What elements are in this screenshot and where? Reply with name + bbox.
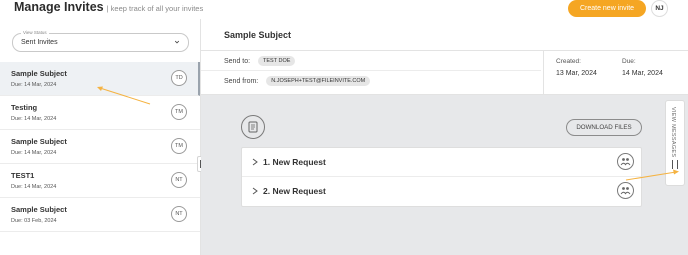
invite-list: Sample Subject Due: 14 Mar, 2024 TD Test… (0, 62, 200, 232)
subject-bar: Sample Subject (201, 19, 688, 51)
invite-subject: Sample Subject (224, 30, 292, 40)
invite-due-date: Due: 14 Mar, 2024 (11, 116, 57, 122)
page-title-text: Manage Invites (14, 0, 104, 14)
divider (543, 51, 544, 95)
request-row[interactable]: 1. New Request (242, 148, 641, 177)
due-label: Due: (622, 58, 636, 65)
chevron-right-icon[interactable] (252, 158, 258, 166)
recipient-avatar: NT (171, 172, 187, 188)
document-glyph-icon (248, 121, 258, 133)
divider (201, 70, 541, 71)
chevron-right-icon[interactable] (252, 187, 258, 195)
users-icon (617, 153, 634, 170)
send-from-row: Send from: N.JOSEPH+TEST@FILEINVITE.COM (224, 76, 371, 86)
page-subtitle: | keep track of all your invites (106, 4, 204, 13)
view-messages-label: VIEW MESSAGES (670, 107, 676, 158)
view-messages-tab[interactable]: VIEW MESSAGES (665, 100, 685, 186)
send-to-row: Send to: TEST DOE (224, 56, 296, 66)
invite-title: TEST1 (11, 171, 35, 180)
invite-detail-panel: Sample Subject Send to: TEST DOE Send fr… (201, 19, 688, 255)
recipient-chip: TEST DOE (258, 56, 296, 66)
send-info-bar: Send to: TEST DOE Send from: N.JOSEPH+TE… (201, 51, 688, 95)
recipient-avatar: TM (171, 104, 187, 120)
send-from-label: Send from: (224, 77, 259, 85)
request-list: 1. New Request 2. New Request (241, 147, 642, 207)
users-icon (617, 182, 634, 199)
recipient-avatar: TM (171, 138, 187, 154)
sender-chip: N.JOSEPH+TEST@FILEINVITE.COM (266, 76, 371, 86)
view-status-label: View Status (21, 30, 49, 35)
drag-handle-icon (672, 160, 678, 169)
invite-due-date: Due: 14 Mar, 2024 (11, 150, 57, 156)
invite-list-item[interactable]: Sample Subject Due: 14 Mar, 2024 TM (0, 130, 200, 164)
due-value: 14 Mar, 2024 (622, 70, 663, 77)
invite-list-item[interactable]: Sample Subject Due: 14 Mar, 2024 TD (0, 62, 200, 96)
invite-title: Sample Subject (11, 205, 67, 214)
user-avatar[interactable]: NJ (651, 0, 668, 17)
created-value: 13 Mar, 2024 (556, 70, 597, 77)
invite-due-date: Due: 14 Mar, 2024 (11, 82, 57, 88)
view-status-select[interactable]: View Status Sent Invites (12, 30, 189, 52)
group-glyph-icon (620, 158, 631, 166)
send-to-label: Send to: (224, 57, 251, 65)
invite-list-item[interactable]: Testing Due: 14 Mar, 2024 TM (0, 96, 200, 130)
group-glyph-icon (620, 187, 631, 195)
request-label: 2. New Request (263, 186, 326, 196)
invite-list-panel: View Status Sent Invites Sample Subject … (0, 19, 201, 255)
invite-title: Sample Subject (11, 137, 67, 146)
download-files-button[interactable]: DOWNLOAD FILES (566, 119, 642, 136)
recipient-avatar: TD (171, 70, 187, 86)
invite-title: Testing (11, 103, 38, 112)
page-title: Manage Invites | keep track of all your i… (14, 0, 203, 14)
invite-list-item[interactable]: Sample Subject Due: 03 Feb, 2024 NT (0, 198, 200, 232)
invite-title: Sample Subject (11, 69, 67, 78)
recipient-avatar: NT (171, 206, 187, 222)
chevron-down-icon (174, 40, 180, 44)
view-status-value: Sent Invites (21, 39, 58, 46)
invite-list-item[interactable]: TEST1 Due: 14 Mar, 2024 NT (0, 164, 200, 198)
due-date: Due: 14 Mar, 2024 (622, 58, 663, 77)
request-label: 1. New Request (263, 157, 326, 167)
created-label: Created: (556, 58, 581, 65)
created-date: Created: 13 Mar, 2024 (556, 58, 597, 77)
page-header: Manage Invites | keep track of all your i… (0, 0, 688, 19)
invite-due-date: Due: 03 Feb, 2024 (11, 218, 57, 224)
request-row[interactable]: 2. New Request (242, 177, 641, 206)
invite-due-date: Due: 14 Mar, 2024 (11, 184, 57, 190)
create-new-invite-button[interactable]: Create new invite (568, 0, 646, 17)
document-icon (241, 115, 265, 139)
